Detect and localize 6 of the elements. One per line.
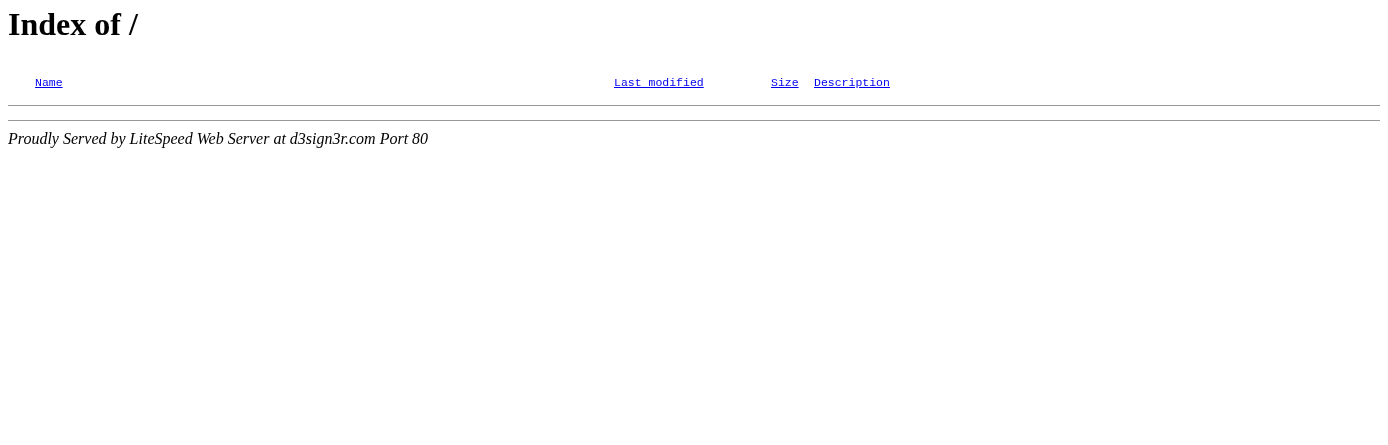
column-sort-link[interactable]: Last modified [614, 76, 704, 90]
page-title: Index of / [8, 6, 139, 42]
column-sort-link[interactable]: Size [771, 76, 799, 90]
column-sort-link[interactable]: Description [814, 76, 890, 90]
server-footer: Proudly Served by LiteSpeed Web Server at d3sign3r.com Port 80 [8, 130, 1380, 148]
column-sort-link[interactable]: Name [35, 76, 63, 90]
